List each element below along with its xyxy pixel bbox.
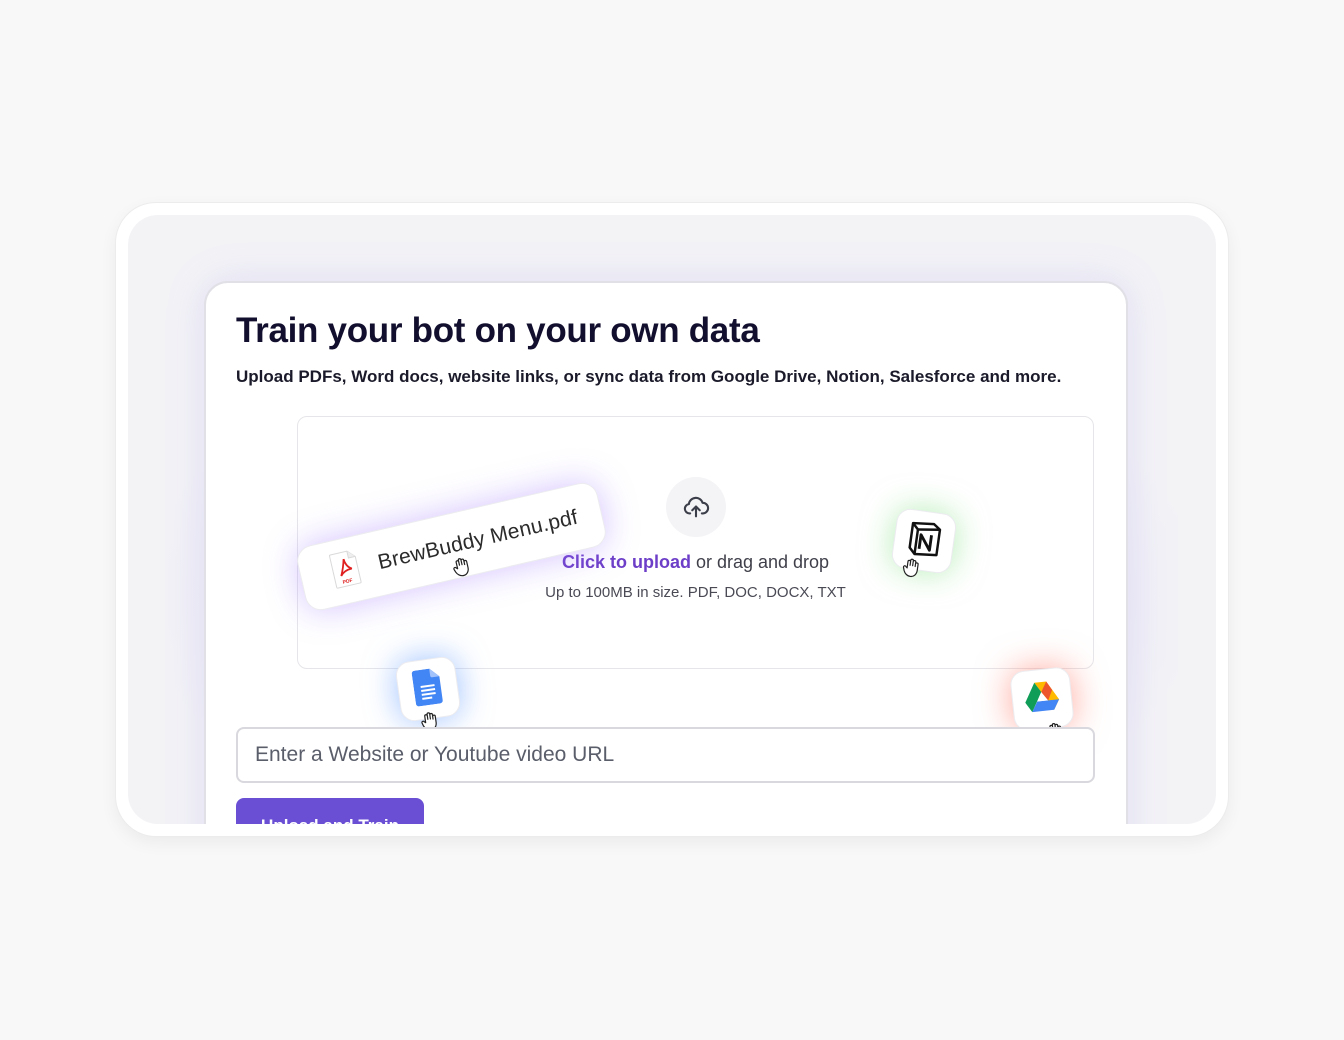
google-docs-tile[interactable] [394,655,462,731]
pdf-file-icon: PDF [327,547,365,594]
preview-frame-inner: Train your bot on your own data Upload P… [128,215,1216,824]
notion-tile[interactable] [890,507,958,578]
preview-frame: Train your bot on your own data Upload P… [116,203,1228,836]
grab-cursor-icon [900,555,925,580]
card-subtitle: Upload PDFs, Word docs, website links, o… [236,367,1062,386]
google-drive-tile[interactable] [1009,666,1075,742]
url-input[interactable] [236,727,1095,783]
drag-and-drop-text: or drag and drop [690,552,830,572]
cloud-upload-icon [666,477,726,537]
card-title: Train your bot on your own data [236,311,760,350]
click-to-upload-link[interactable]: Click to upload [562,552,691,572]
upload-and-train-button[interactable]: Upload and Train [236,798,424,824]
google-docs-icon [411,667,444,711]
train-bot-card: Train your bot on your own data Upload P… [204,281,1128,824]
google-drive-icon [1022,679,1062,720]
